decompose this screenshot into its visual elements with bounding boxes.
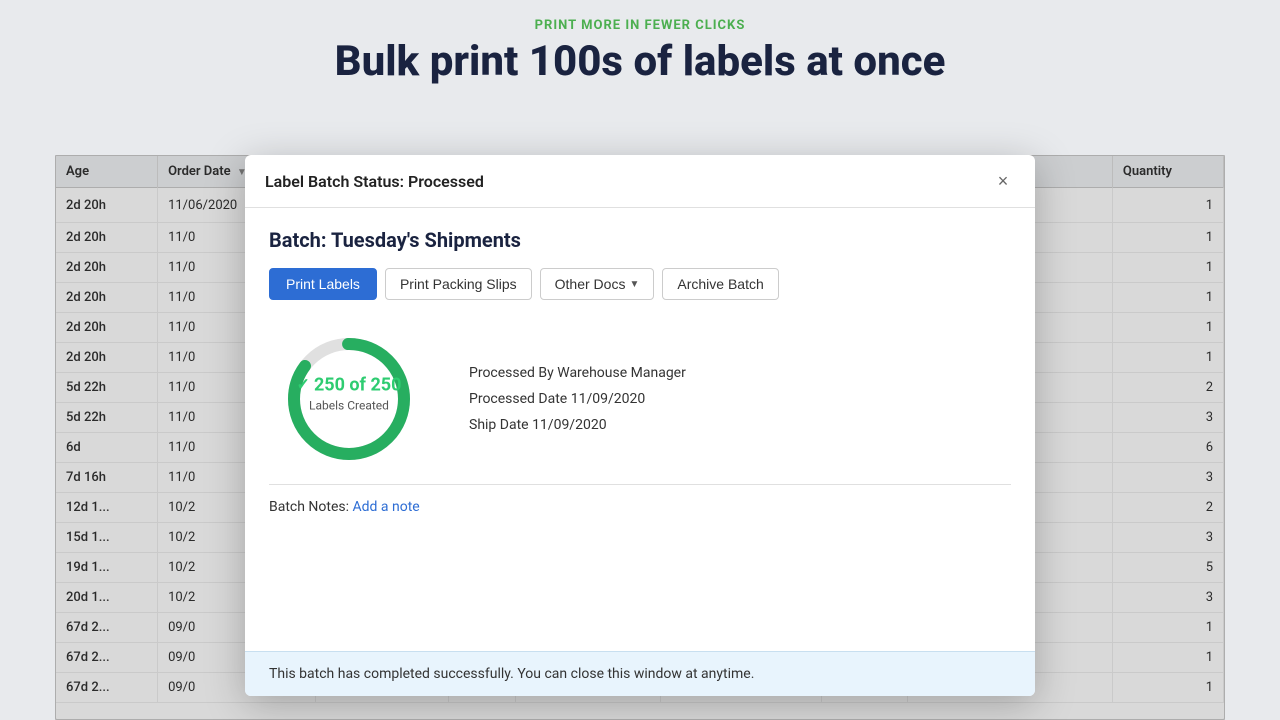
batch-notes-label: Batch Notes: — [269, 499, 349, 515]
ship-date-row: Ship Date 11/09/2020 — [469, 417, 686, 433]
modal-footer: This batch has completed successfully. Y… — [245, 651, 1035, 696]
processed-date-row: Processed Date 11/09/2020 — [469, 391, 686, 407]
label-batch-modal: Label Batch Status: Processed × Batch: T… — [245, 155, 1035, 696]
modal-body: Batch: Tuesday's Shipments Print Labels … — [245, 208, 1035, 651]
other-docs-button[interactable]: Other Docs ▼ — [540, 268, 655, 300]
archive-batch-button[interactable]: Archive Batch — [662, 268, 778, 300]
modal-close-button[interactable]: × — [991, 169, 1015, 193]
batch-info-details: Processed By Warehouse Manager Processed… — [469, 355, 686, 433]
modal-header: Label Batch Status: Processed × — [245, 155, 1035, 208]
donut-label: Labels Created — [297, 399, 402, 415]
progress-info-row: ✓ 250 of 250 Labels Created Processed By… — [269, 324, 1011, 464]
processed-by-value: Warehouse Manager — [557, 365, 686, 381]
progress-donut: ✓ 250 of 250 Labels Created — [269, 324, 429, 464]
donut-center-text: ✓ 250 of 250 Labels Created — [297, 374, 402, 415]
modal-content-area — [269, 531, 1011, 631]
donut-count: ✓ 250 of 250 — [297, 374, 402, 397]
processed-date-label: Processed Date — [469, 391, 567, 407]
processed-date-value: 11/09/2020 — [571, 391, 646, 407]
add-note-link[interactable]: Add a note — [353, 499, 420, 515]
processed-by-row: Processed By Warehouse Manager — [469, 365, 686, 381]
marketing-banner: PRINT MORE IN FEWER CLICKS Bulk print 10… — [0, 0, 1280, 99]
ship-date-value: 11/09/2020 — [532, 417, 607, 433]
print-packing-slips-button[interactable]: Print Packing Slips — [385, 268, 532, 300]
ship-date-label: Ship Date — [469, 417, 529, 433]
modal-title: Label Batch Status: Processed — [265, 172, 484, 191]
banner-subtitle: PRINT MORE IN FEWER CLICKS — [0, 18, 1280, 33]
checkmark-icon: ✓ — [297, 375, 310, 396]
print-labels-button[interactable]: Print Labels — [269, 268, 377, 300]
processed-by-label: Processed By — [469, 365, 554, 381]
batch-notes-row: Batch Notes: Add a note — [269, 499, 1011, 515]
banner-title: Bulk print 100s of labels at once — [0, 39, 1280, 85]
other-docs-dropdown-icon: ▼ — [629, 279, 639, 290]
footer-message: This batch has completed successfully. Y… — [269, 666, 754, 682]
modal-divider — [269, 484, 1011, 485]
batch-name: Batch: Tuesday's Shipments — [269, 228, 1011, 252]
action-buttons-row: Print Labels Print Packing Slips Other D… — [269, 268, 1011, 300]
